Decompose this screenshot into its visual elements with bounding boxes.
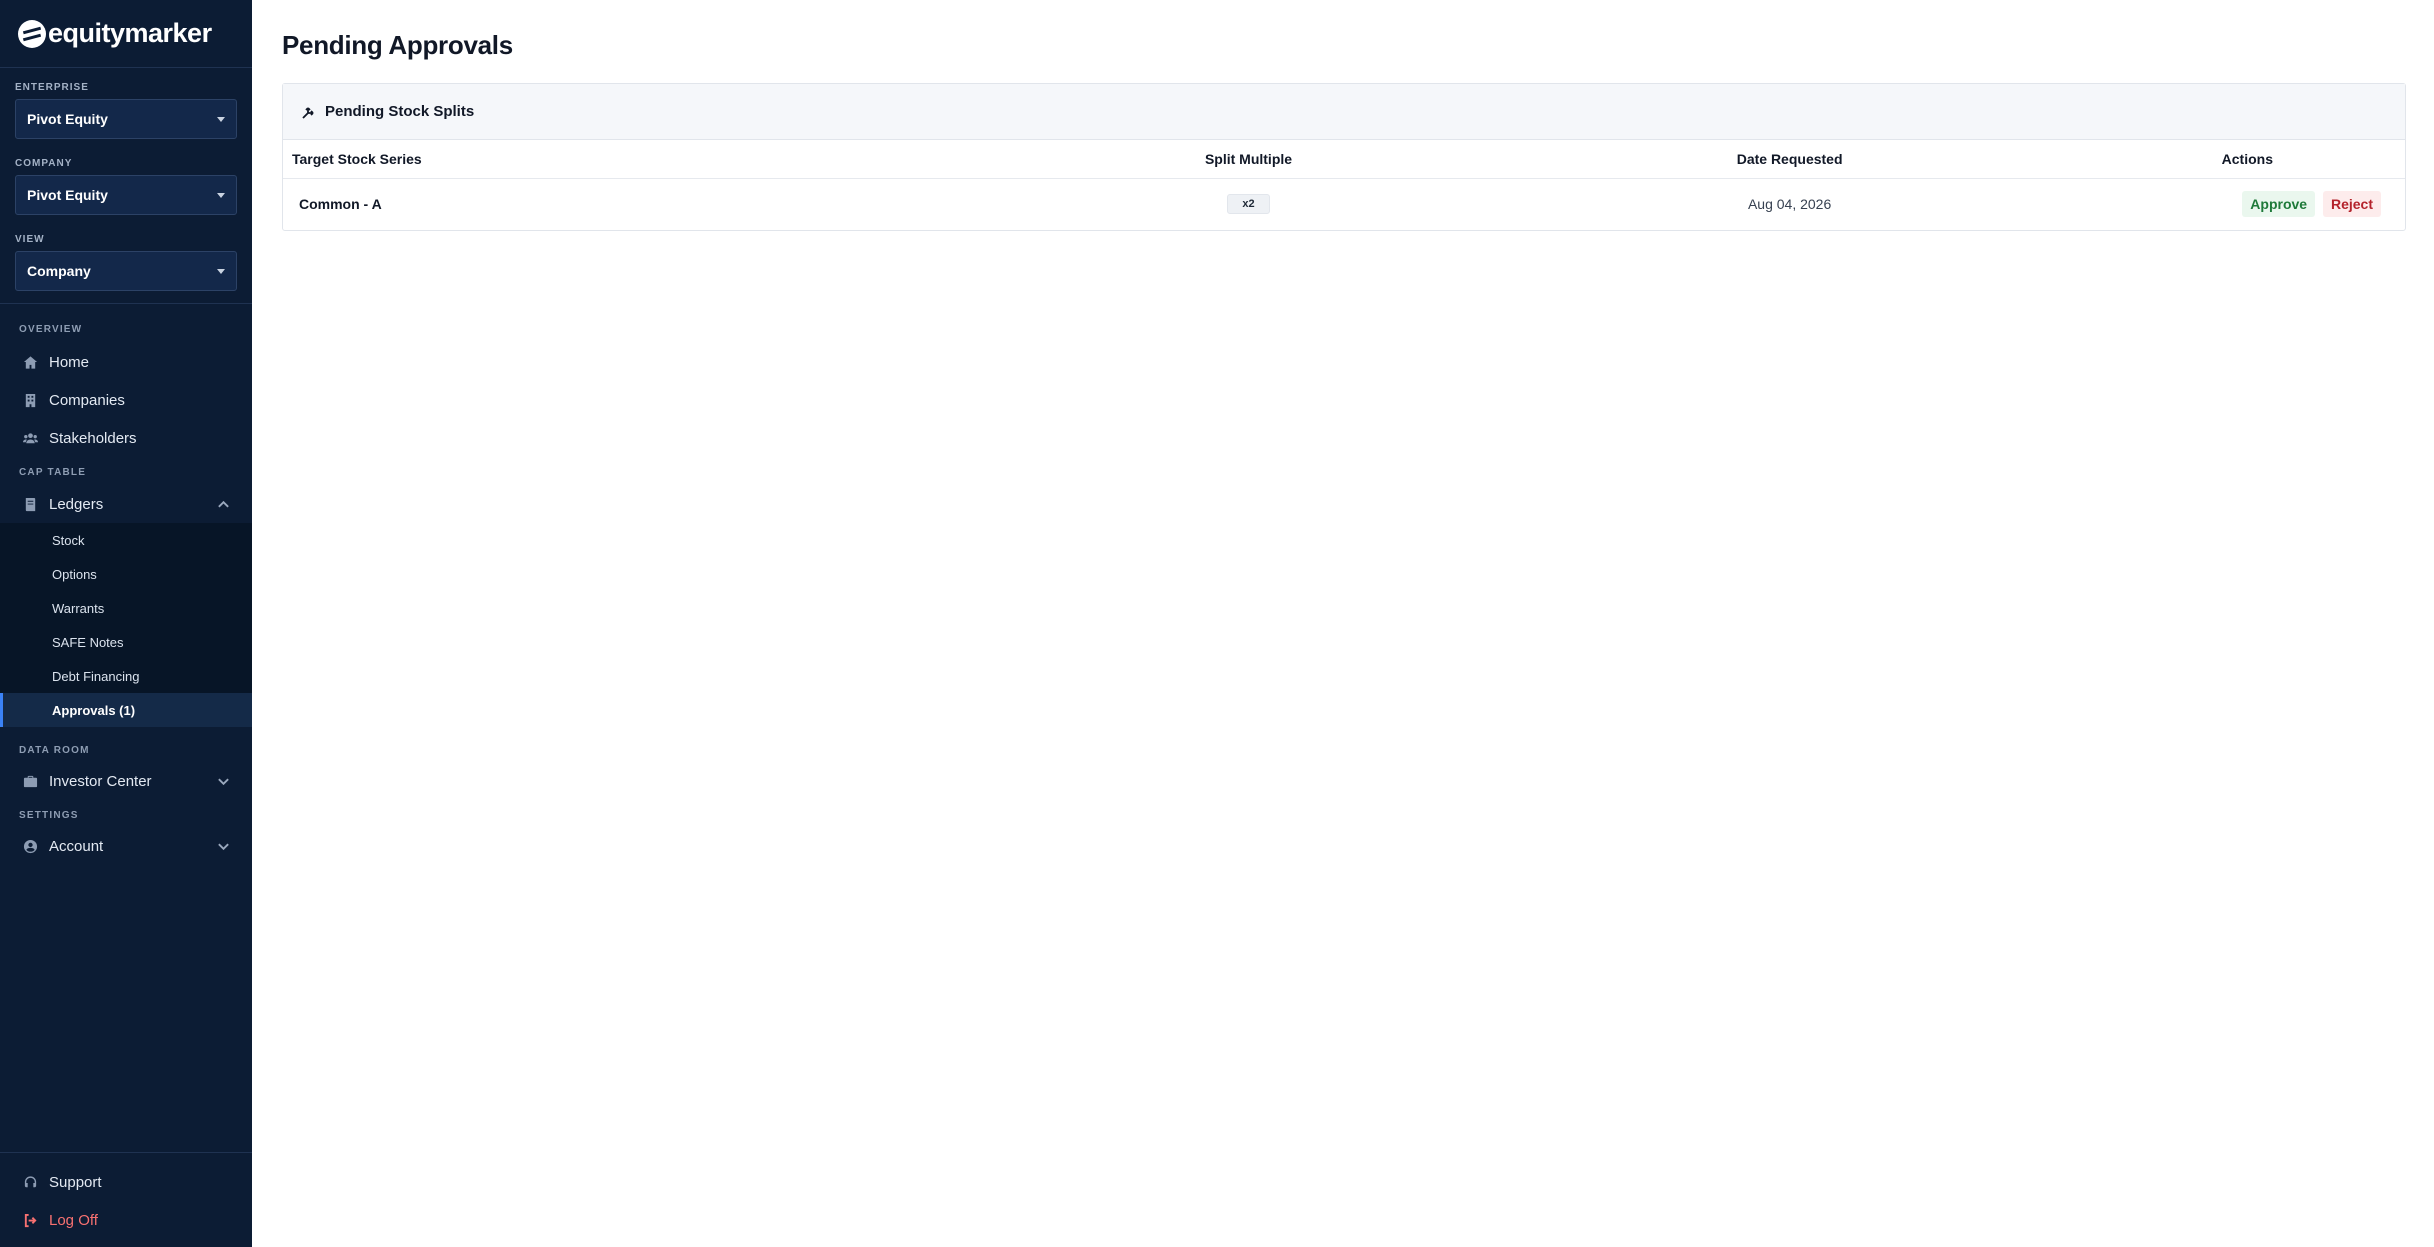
sidebar-item-log-off[interactable]: Log Off [0,1201,252,1239]
sidebar-item-label: Investor Center [49,772,152,790]
briefcase-icon [22,773,38,789]
logo-icon [18,19,46,48]
sidebar-item-label: Home [49,353,90,371]
view-select[interactable]: Company [15,251,237,291]
chevron-down-icon[interactable] [217,840,230,857]
enterprise-select[interactable]: Pivot Equity [15,99,237,139]
building-icon [22,392,38,408]
user-circle-icon [22,838,38,854]
sidebar: equitymarker ENTERPRISE Pivot Equity COM… [0,0,252,1247]
sidebar-footer: Support Log Off [0,1152,252,1247]
column-header-date-requested[interactable]: Date Requested [1513,140,2066,179]
enterprise-value: Pivot Equity [27,111,108,127]
split-multiple-badge: x2 [1227,194,1270,215]
reject-button[interactable]: Reject [2322,191,2381,218]
sidebar-item-label: Companies [49,391,125,409]
logout-icon [22,1212,38,1228]
sidebar-item-label: Log Off [49,1211,98,1229]
sidebar-item-options[interactable]: Options [0,557,252,591]
headset-icon [22,1174,38,1190]
stock-splits-table: Target Stock Series Split Multiple Date … [283,140,2405,230]
nav-section-settings: SETTINGS [19,810,79,821]
brand-name: equitymarker [48,18,212,48]
sidebar-item-label: Stakeholders [49,429,137,447]
split-icon [301,104,317,120]
company-select[interactable]: Pivot Equity [15,175,237,215]
sidebar-item-companies[interactable]: Companies [0,381,252,419]
context-selectors: ENTERPRISE Pivot Equity COMPANY Pivot Eq… [0,68,252,304]
page-title: Pending Approvals [282,30,513,60]
table-header-row: Target Stock Series Split Multiple Date … [283,140,2405,179]
sidebar-item-support[interactable]: Support [0,1163,252,1201]
sidebar-item-stock[interactable]: Stock [0,523,252,557]
sidebar-item-warrants[interactable]: Warrants [0,591,252,625]
series-cell: Common - A [299,196,382,213]
caret-down-icon [217,116,225,122]
sidebar-item-approvals[interactable]: Approvals (1) [0,693,252,727]
nav-section-data-room: DATA ROOM [19,745,90,756]
nav-section-cap-table: CAP TABLE [19,467,87,478]
sidebar-item-investor-center[interactable]: Investor Center [0,762,252,800]
view-value: Company [27,263,91,279]
sidebar-item-label: Account [49,837,104,855]
caret-down-icon [217,192,225,198]
sidebar-item-ledgers[interactable]: Ledgers [0,485,252,523]
nav-section-overview: OVERVIEW [19,324,83,335]
date-requested-cell: Aug 04, 2026 [1514,178,2066,230]
main-content: Pending Approvals Pending Stock Splits T… [252,0,2434,1247]
sidebar-item-label: Support [49,1173,102,1191]
caret-down-icon [217,268,225,274]
approve-button[interactable]: Approve [2242,191,2316,218]
card-title: Pending Stock Splits [325,103,475,120]
column-header-actions: Actions [2065,140,2405,179]
date-requested: Aug 04, 2026 [1747,196,1832,213]
sidebar-item-account[interactable]: Account [0,827,252,865]
enterprise-label: ENTERPRISE [15,82,89,93]
split-multiple-cell: x2 [983,178,1514,230]
table-row: Common - A x2 Aug 04, 2026 Approve Rejec… [283,178,2405,230]
company-value: Pivot Equity [27,187,108,203]
home-icon [22,354,38,370]
chevron-down-icon[interactable] [217,775,230,792]
chevron-up-icon[interactable] [217,498,230,515]
column-header-series[interactable]: Target Stock Series [283,140,984,179]
company-label: COMPANY [15,158,73,169]
actions-cell: Approve Reject [2065,178,2405,230]
view-label: VIEW [15,234,45,245]
sidebar-item-safe-notes[interactable]: SAFE Notes [0,625,252,659]
ledger-submenu: Stock Options Warrants SAFE Notes Debt F… [0,523,252,727]
sidebar-item-home[interactable]: Home [0,343,252,381]
sidebar-item-label: Ledgers [49,495,104,513]
sidebar-item-debt-financing[interactable]: Debt Financing [0,659,252,693]
brand-logo[interactable]: equitymarker [0,0,252,68]
pending-stock-splits-card: Pending Stock Splits Target Stock Series… [282,83,2406,231]
card-header: Pending Stock Splits [283,84,2405,140]
users-icon [22,430,38,446]
sidebar-item-stakeholders[interactable]: Stakeholders [0,419,252,457]
ledger-icon [22,496,38,512]
column-header-split-multiple[interactable]: Split Multiple [983,140,1514,179]
